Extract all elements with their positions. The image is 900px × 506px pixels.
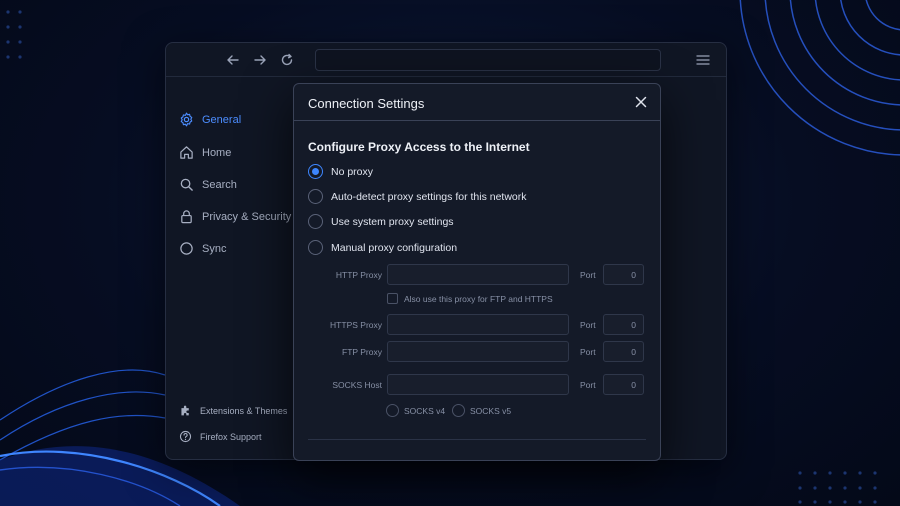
radio-manual-proxy[interactable]: Manual proxy configuration	[308, 240, 457, 255]
sidebar-item-extensions-themes[interactable]: Extensions & Themes	[179, 404, 287, 417]
http-port-label: Port	[580, 270, 596, 280]
sidebar-item-general[interactable]: General	[179, 112, 241, 127]
sidebar-item-firefox-support[interactable]: Firefox Support	[179, 430, 262, 443]
socks-host-input[interactable]	[387, 374, 569, 395]
radio-button[interactable]	[308, 214, 323, 229]
radio-button[interactable]	[308, 189, 323, 204]
http-port-input[interactable]: 0	[603, 264, 644, 285]
ftp-port-label: Port	[580, 347, 596, 357]
dialog-header: Connection Settings	[294, 84, 660, 121]
https-proxy-input[interactable]	[387, 314, 569, 335]
ftp-proxy-input[interactable]	[387, 341, 569, 362]
socks-port-input[interactable]: 0	[603, 374, 644, 395]
radio-label: Use system proxy settings	[331, 215, 454, 228]
checkbox-label: Also use this proxy for FTP and HTTPS	[404, 293, 553, 304]
sidebar-item-privacy-security[interactable]: Privacy & Security	[179, 209, 291, 224]
gear-icon	[180, 112, 193, 127]
also-use-proxy-checkbox-row[interactable]: Also use this proxy for FTP and HTTPS	[387, 293, 553, 304]
radio-no-proxy[interactable]: No proxy	[308, 164, 373, 179]
socks-host-label: SOCKS Host	[332, 380, 382, 390]
puzzle-icon	[181, 405, 189, 416]
http-proxy-input[interactable]	[387, 264, 569, 285]
url-bar[interactable]	[315, 49, 661, 71]
reload-button[interactable]	[278, 51, 296, 69]
section-title: Configure Proxy Access to the Internet	[308, 140, 530, 154]
sidebar-item-search[interactable]: Search	[179, 177, 237, 192]
radio-label: Auto-detect proxy settings for this netw…	[331, 190, 527, 203]
forward-button[interactable]	[251, 51, 269, 69]
sidebar-item-label: Privacy & Security	[202, 210, 292, 223]
sidebar-item-label: Sync	[202, 242, 227, 255]
back-button[interactable]	[224, 51, 242, 69]
http-proxy-label: HTTP Proxy	[335, 270, 382, 280]
sidebar-item-label: Home	[202, 146, 232, 159]
https-proxy-label: HTTPS Proxy	[330, 320, 382, 330]
radio-label: SOCKS v4	[404, 405, 446, 416]
browser-toolbar	[166, 43, 726, 77]
close-button[interactable]	[634, 95, 648, 109]
socks-v4-option[interactable]: SOCKS v4	[386, 404, 445, 417]
sidebar-item-label: Firefox Support	[200, 431, 262, 442]
reload-icon	[281, 53, 293, 66]
also-use-proxy-checkbox[interactable]	[387, 293, 398, 304]
lock-icon	[181, 210, 192, 224]
sidebar-item-label: General	[202, 113, 242, 126]
sync-icon	[180, 242, 193, 255]
radio-button[interactable]	[308, 164, 323, 179]
radio-button[interactable]	[386, 404, 399, 417]
ftp-port-input[interactable]: 0	[603, 341, 644, 362]
https-port-input[interactable]: 0	[603, 314, 644, 335]
sidebar-item-sync[interactable]: Sync	[179, 241, 226, 256]
close-icon	[635, 96, 647, 108]
radio-label: Manual proxy configuration	[331, 241, 458, 254]
sidebar-item-label: Extensions & Themes	[200, 405, 288, 416]
search-icon	[180, 178, 193, 191]
radio-label: No proxy	[331, 165, 374, 178]
home-icon	[180, 146, 193, 159]
hamburger-menu-icon	[696, 55, 710, 65]
sidebar-item-label: Search	[202, 178, 237, 191]
radio-button[interactable]	[308, 240, 323, 255]
socks-port-label: Port	[580, 380, 596, 390]
dialog-divider	[308, 439, 646, 440]
radio-button[interactable]	[452, 404, 465, 417]
ftp-proxy-label: FTP Proxy	[342, 347, 382, 357]
help-icon	[179, 430, 192, 443]
sidebar-item-home[interactable]: Home	[179, 145, 231, 160]
socks-v5-option[interactable]: SOCKS v5	[452, 404, 511, 417]
arrow-left-icon	[227, 55, 239, 65]
connection-settings-dialog: Connection Settings Configure Proxy Acce…	[293, 83, 661, 461]
dialog-title: Connection Settings	[308, 96, 425, 111]
radio-auto-detect[interactable]: Auto-detect proxy settings for this netw…	[308, 189, 527, 204]
radio-label: SOCKS v5	[470, 405, 512, 416]
radio-system-proxy[interactable]: Use system proxy settings	[308, 214, 454, 229]
arrow-right-icon	[254, 55, 266, 65]
menu-button[interactable]	[694, 51, 712, 69]
https-port-label: Port	[580, 320, 596, 330]
